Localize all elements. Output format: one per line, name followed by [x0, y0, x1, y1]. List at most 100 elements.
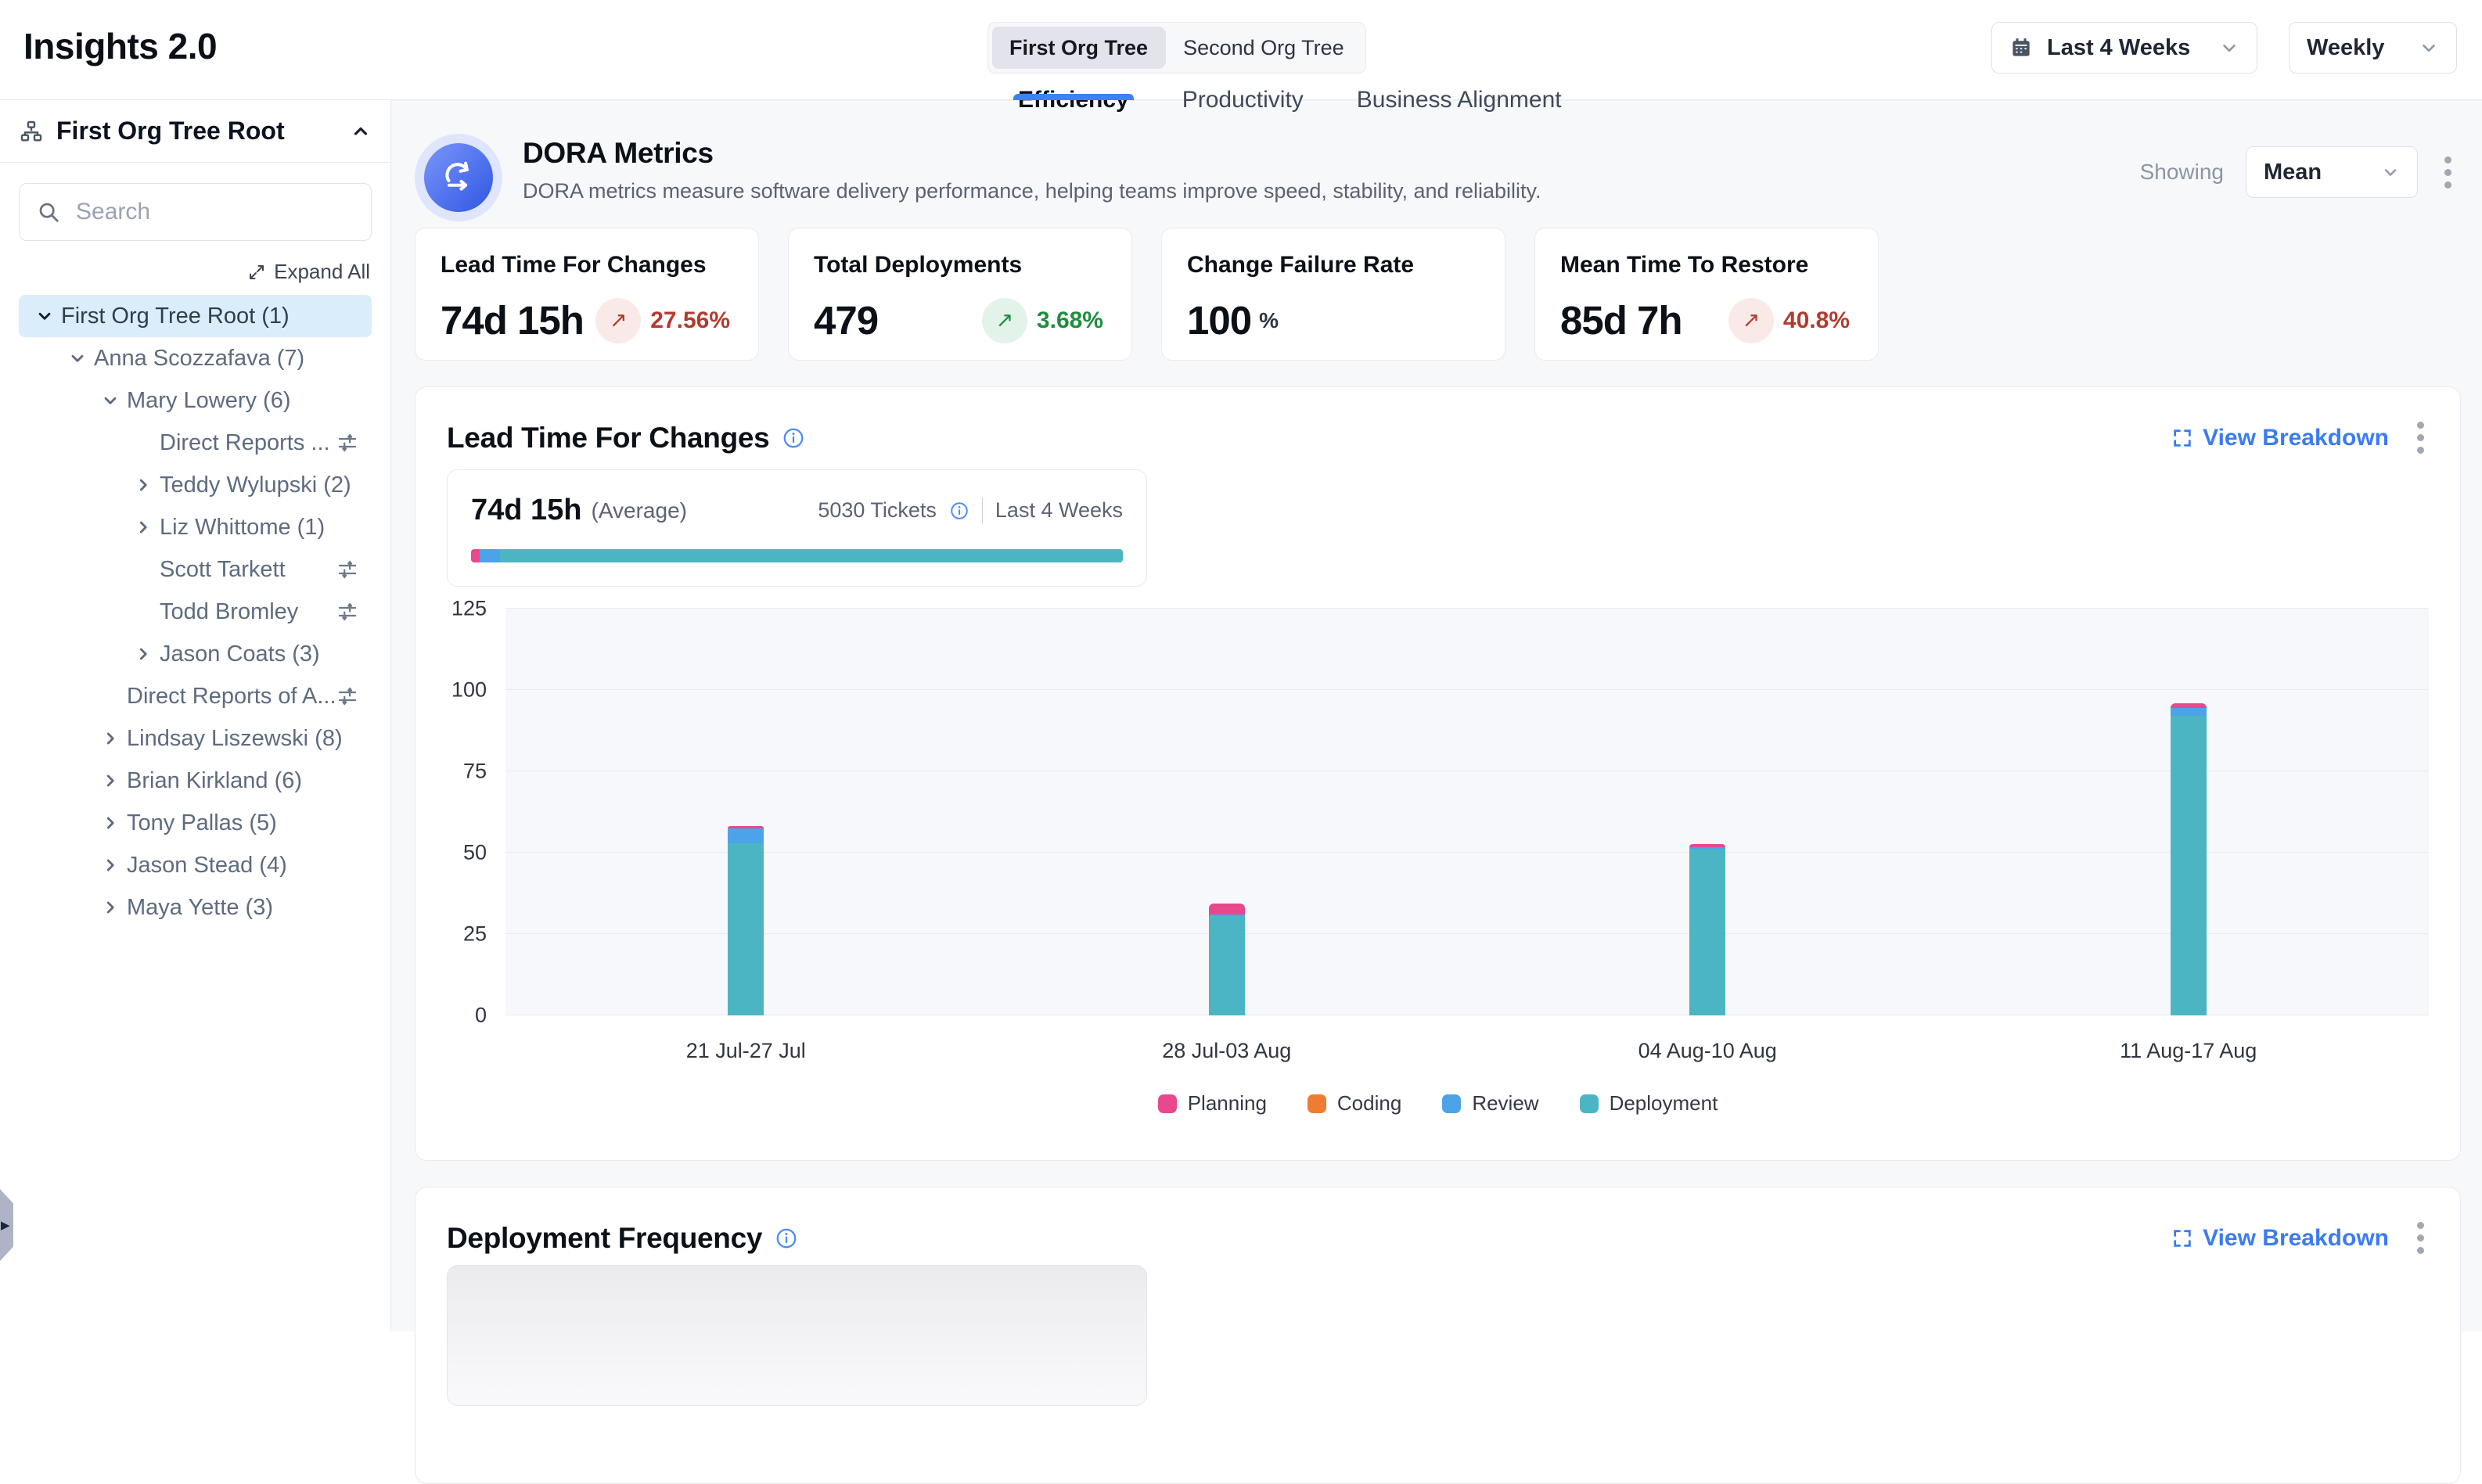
- tree-item[interactable]: Brian Kirkland (6): [19, 760, 372, 802]
- filter-sliders-icon[interactable]: [336, 600, 359, 623]
- bar-segment-deployment: [1209, 916, 1245, 1015]
- tree-item-label: Anna Scozzafava (7): [94, 346, 304, 372]
- metric-value: 74d 15h: [441, 297, 584, 343]
- legend-label: Coding: [1337, 1091, 1401, 1116]
- tree-item[interactable]: Tony Pallas (5): [19, 802, 372, 844]
- legend-item-planning[interactable]: Planning: [1158, 1091, 1267, 1116]
- showing-mean-select[interactable]: Mean: [2246, 146, 2418, 198]
- chevron-down-icon: [2419, 38, 2439, 58]
- metric-cards: Lead Time For Changes 74d 15h ↗ 27.56% T…: [415, 228, 2461, 361]
- dora-description: DORA metrics measure software delivery p…: [523, 179, 1541, 203]
- y-tick-label: 75: [463, 760, 487, 784]
- tab-label: Productivity: [1182, 87, 1304, 113]
- tree-item[interactable]: First Org Tree Root (1): [19, 295, 372, 337]
- view-breakdown-link[interactable]: View Breakdown: [2171, 425, 2389, 451]
- x-tick-label: 21 Jul-27 Jul: [505, 1039, 987, 1063]
- kebab-menu-icon[interactable]: [2412, 417, 2429, 458]
- chevron-down-icon[interactable]: [67, 348, 94, 368]
- view-breakdown-link[interactable]: View Breakdown: [2171, 1225, 2389, 1252]
- bar-segment-review: [2171, 708, 2207, 716]
- kebab-menu-icon[interactable]: [2440, 152, 2456, 193]
- dora-cycle-icon: [415, 134, 502, 221]
- y-tick-label: 25: [463, 922, 487, 947]
- metric-label: Mean Time To Restore: [1560, 252, 1853, 278]
- tree-item[interactable]: Mary Lowery (6): [19, 379, 372, 422]
- stacked-bar: [1209, 904, 1245, 1016]
- tree-item-label: Tony Pallas (5): [127, 810, 277, 836]
- chevron-right-icon[interactable]: [100, 771, 127, 791]
- y-tick-label: 125: [451, 597, 487, 621]
- search-icon: [37, 200, 60, 224]
- play-icon: ▶: [1, 1220, 10, 1231]
- expand-all-button[interactable]: Expand All: [247, 260, 370, 284]
- tree-item[interactable]: Liz Whittome (1): [19, 506, 372, 548]
- filter-sliders-icon[interactable]: [336, 431, 359, 455]
- toggle-second-org-tree[interactable]: Second Org Tree: [1166, 27, 1362, 69]
- phase-segment-planning: [471, 549, 480, 562]
- info-icon[interactable]: [949, 501, 969, 521]
- lead-time-summary-card: 74d 15h (Average) 5030 Tickets Last 4 We…: [447, 469, 1147, 587]
- metric-delta-value: 40.8%: [1783, 307, 1850, 334]
- tab-label: Efficiency: [1018, 87, 1129, 113]
- showing-label: Showing: [2140, 160, 2224, 185]
- metric-delta: ↗ 3.68%: [982, 298, 1103, 343]
- granularity-select[interactable]: Weekly: [2289, 22, 2457, 74]
- tree-item[interactable]: Maya Yette (3): [19, 886, 372, 929]
- section-title: Lead Time For Changes: [447, 422, 769, 455]
- chevron-down-icon[interactable]: [100, 390, 127, 411]
- legend-item-review[interactable]: Review: [1442, 1091, 1538, 1116]
- expand-corners-icon: [2171, 1227, 2193, 1249]
- expand-all-label: Expand All: [274, 260, 370, 284]
- tree-item[interactable]: Scott Tarkett: [19, 548, 372, 591]
- metric-label: Total Deployments: [814, 252, 1106, 278]
- tree-item[interactable]: Jason Coats (3): [19, 633, 372, 675]
- x-tick-label: 28 Jul-03 Aug: [987, 1039, 1468, 1063]
- info-icon[interactable]: [775, 1227, 798, 1250]
- date-range-select[interactable]: Last 4 Weeks: [1991, 22, 2257, 74]
- bar-slot: [987, 609, 1468, 1015]
- chevron-right-icon[interactable]: [100, 728, 127, 749]
- metric-delta: ↗ 40.8%: [1728, 298, 1850, 343]
- sidebar-root-title: First Org Tree Root: [56, 117, 285, 146]
- metric-value: 100: [1187, 297, 1251, 343]
- phase-breakdown-bar: [471, 549, 1123, 562]
- filter-sliders-icon[interactable]: [336, 558, 359, 581]
- legend-label: Planning: [1188, 1091, 1267, 1116]
- tabs-row: Efficiency Productivity Business Alignme…: [391, 100, 2482, 101]
- chevron-right-icon[interactable]: [133, 475, 160, 495]
- chevron-up-icon[interactable]: [350, 120, 372, 142]
- chevron-right-icon[interactable]: [133, 644, 160, 664]
- search-input[interactable]: [74, 198, 354, 226]
- chevron-right-icon[interactable]: [100, 813, 127, 833]
- tree-item[interactable]: Direct Reports ...: [19, 422, 372, 464]
- chevron-right-icon[interactable]: [100, 855, 127, 875]
- tree-item[interactable]: Direct Reports of A...: [19, 675, 372, 717]
- chevron-right-icon[interactable]: [100, 897, 127, 918]
- tree-item-label: Todd Bromley: [160, 599, 298, 625]
- showing-mean-value: Mean: [2264, 160, 2322, 185]
- tree-item[interactable]: Lindsay Liszewski (8): [19, 717, 372, 760]
- tree-item[interactable]: Jason Stead (4): [19, 844, 372, 886]
- tree-item-label: Brian Kirkland (6): [127, 768, 302, 794]
- metric-label: Lead Time For Changes: [441, 252, 733, 278]
- chevron-down-icon: [2219, 38, 2239, 58]
- chevron-right-icon[interactable]: [133, 517, 160, 537]
- lead-time-section: Lead Time For Changes View Breakdown 74d…: [415, 386, 2461, 1161]
- filter-sliders-icon[interactable]: [336, 685, 359, 708]
- toggle-first-org-tree[interactable]: First Org Tree: [992, 27, 1165, 69]
- info-icon[interactable]: [782, 426, 805, 450]
- phase-segment-review: [480, 549, 501, 562]
- average-label: (Average): [592, 498, 687, 523]
- chevron-down-icon[interactable]: [34, 306, 61, 326]
- legend-item-coding[interactable]: Coding: [1308, 1091, 1401, 1116]
- tree-item[interactable]: Todd Bromley: [19, 591, 372, 633]
- legend-item-deployment[interactable]: Deployment: [1580, 1091, 1718, 1116]
- tree-item[interactable]: Teddy Wylupski (2): [19, 464, 372, 506]
- top-bar: Insights 2.0 First Org Tree Second Org T…: [0, 0, 2482, 100]
- tree-item-label: Lindsay Liszewski (8): [127, 726, 343, 752]
- metric-delta-value: 27.56%: [650, 307, 730, 334]
- metric-delta-value: 3.68%: [1037, 307, 1103, 334]
- kebab-menu-icon[interactable]: [2412, 1217, 2429, 1259]
- tree-item[interactable]: Anna Scozzafava (7): [19, 337, 372, 379]
- phase-segment-deployment: [500, 549, 1123, 562]
